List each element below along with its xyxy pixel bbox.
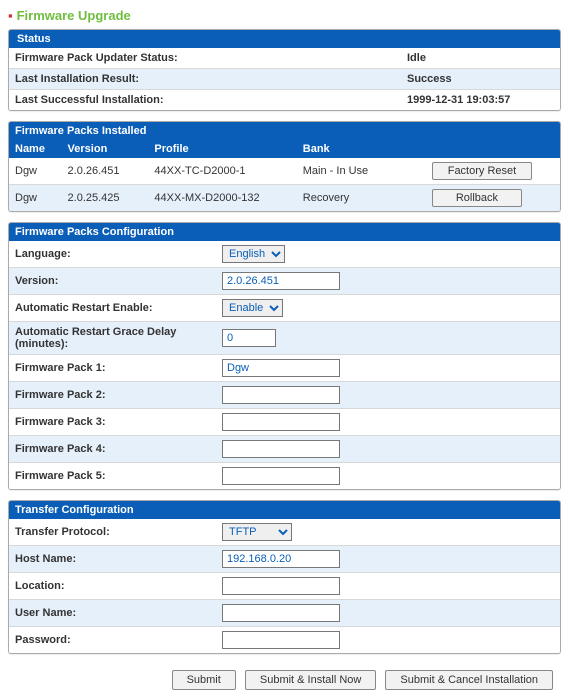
footer-buttons: Submit Submit & Install Now Submit & Can… <box>8 664 561 690</box>
status-table: Firmware Pack Updater Status: Idle Last … <box>9 48 560 110</box>
submit-cancel-button[interactable]: Submit & Cancel Installation <box>385 670 553 690</box>
blank-header <box>458 223 560 241</box>
submit-button[interactable]: Submit <box>172 670 236 690</box>
pack-profile: 44XX-TC-D2000-1 <box>148 158 296 185</box>
pack-bank: Main - In Use <box>297 158 420 185</box>
pack2-label: Firmware Pack 2: <box>9 382 216 409</box>
config-row-version: Version: <box>9 268 560 295</box>
pack5-label: Firmware Pack 5: <box>9 463 216 490</box>
packs-installed-superheader: Firmware Packs Installed <box>9 122 560 140</box>
packs-config-headerrow: Firmware Packs Configuration <box>9 223 560 241</box>
password-label: Password: <box>9 627 216 654</box>
status-header: Status <box>9 30 560 48</box>
transfer-row-password: Password: <box>9 627 560 654</box>
pack-name: Dgw <box>9 158 62 185</box>
username-input[interactable] <box>222 604 340 622</box>
status-row: Last Installation Result: Success <box>9 69 560 90</box>
location-label: Location: <box>9 573 216 600</box>
blank-header <box>458 501 560 519</box>
config-row-gracedelay: Automatic Restart Grace Delay (minutes): <box>9 322 560 355</box>
col-bank: Bank <box>297 140 420 158</box>
pack-name: Dgw <box>9 185 62 212</box>
status-value: 1999-12-31 19:03:57 <box>401 90 560 111</box>
username-label: User Name: <box>9 600 216 627</box>
status-panel: Status Firmware Pack Updater Status: Idl… <box>8 29 561 111</box>
packs-installed-columns: Name Version Profile Bank <box>9 140 560 158</box>
status-row: Last Successful Installation: 1999-12-31… <box>9 90 560 111</box>
table-row: Dgw 2.0.25.425 44XX-MX-D2000-132 Recover… <box>9 185 560 212</box>
protocol-label: Transfer Protocol: <box>9 519 216 546</box>
status-value: Idle <box>401 48 560 69</box>
config-row-language: Language: English <box>9 241 560 268</box>
status-label: Last Successful Installation: <box>9 90 401 111</box>
col-profile: Profile <box>148 140 296 158</box>
pack3-input[interactable] <box>222 413 340 431</box>
packs-installed-panel: Firmware Packs Installed Name Version Pr… <box>8 121 561 212</box>
pack5-input[interactable] <box>222 467 340 485</box>
protocol-select[interactable]: TFTP <box>222 523 292 541</box>
rollback-button[interactable]: Rollback <box>432 189 522 207</box>
status-label: Firmware Pack Updater Status: <box>9 48 401 69</box>
version-input[interactable] <box>222 272 340 290</box>
language-label: Language: <box>9 241 216 268</box>
packs-config-table: Firmware Packs Configuration Language: E… <box>9 223 560 489</box>
config-row-pack1: Firmware Pack 1: <box>9 355 560 382</box>
status-row: Firmware Pack Updater Status: Idle <box>9 48 560 69</box>
host-label: Host Name: <box>9 546 216 573</box>
config-row-pack4: Firmware Pack 4: <box>9 436 560 463</box>
title-bullet-icon: ▪ <box>8 8 13 23</box>
packs-installed-table: Firmware Packs Installed Name Version Pr… <box>9 122 560 211</box>
password-input[interactable] <box>222 631 340 649</box>
packs-config-header: Firmware Packs Configuration <box>9 223 458 241</box>
packs-config-panel: Firmware Packs Configuration Language: E… <box>8 222 561 490</box>
pack-profile: 44XX-MX-D2000-132 <box>148 185 296 212</box>
transfer-headerrow: Transfer Configuration <box>9 501 560 519</box>
transfer-table: Transfer Configuration Transfer Protocol… <box>9 501 560 653</box>
transfer-row-username: User Name: <box>9 600 560 627</box>
pack3-label: Firmware Pack 3: <box>9 409 216 436</box>
col-actions <box>420 140 560 158</box>
col-version: Version <box>62 140 149 158</box>
gracedelay-label: Automatic Restart Grace Delay (minutes): <box>9 322 216 355</box>
autorestart-label: Automatic Restart Enable: <box>9 295 216 322</box>
config-row-pack5: Firmware Pack 5: <box>9 463 560 490</box>
pack4-input[interactable] <box>222 440 340 458</box>
location-input[interactable] <box>222 577 340 595</box>
pack1-label: Firmware Pack 1: <box>9 355 216 382</box>
transfer-row-host: Host Name: <box>9 546 560 573</box>
page-title: ▪ Firmware Upgrade <box>8 8 561 23</box>
host-input[interactable] <box>222 550 340 568</box>
pack4-label: Firmware Pack 4: <box>9 436 216 463</box>
pack-version: 2.0.26.451 <box>62 158 149 185</box>
factory-reset-button[interactable]: Factory Reset <box>432 162 532 180</box>
gracedelay-input[interactable] <box>222 329 276 347</box>
language-select[interactable]: English <box>222 245 285 263</box>
config-row-autorestart: Automatic Restart Enable: Enable <box>9 295 560 322</box>
config-row-pack3: Firmware Pack 3: <box>9 409 560 436</box>
pack-bank: Recovery <box>297 185 420 212</box>
status-value: Success <box>401 69 560 90</box>
config-row-pack2: Firmware Pack 2: <box>9 382 560 409</box>
transfer-header: Transfer Configuration <box>9 501 458 519</box>
table-row: Dgw 2.0.26.451 44XX-TC-D2000-1 Main - In… <box>9 158 560 185</box>
page-title-text: Firmware Upgrade <box>17 8 131 23</box>
pack2-input[interactable] <box>222 386 340 404</box>
transfer-panel: Transfer Configuration Transfer Protocol… <box>8 500 561 654</box>
pack-version: 2.0.25.425 <box>62 185 149 212</box>
autorestart-select[interactable]: Enable <box>222 299 283 317</box>
submit-install-button[interactable]: Submit & Install Now <box>245 670 376 690</box>
pack1-input[interactable] <box>222 359 340 377</box>
version-label: Version: <box>9 268 216 295</box>
packs-installed-header: Firmware Packs Installed <box>9 122 560 140</box>
transfer-row-protocol: Transfer Protocol: TFTP <box>9 519 560 546</box>
transfer-row-location: Location: <box>9 573 560 600</box>
status-label: Last Installation Result: <box>9 69 401 90</box>
col-name: Name <box>9 140 62 158</box>
